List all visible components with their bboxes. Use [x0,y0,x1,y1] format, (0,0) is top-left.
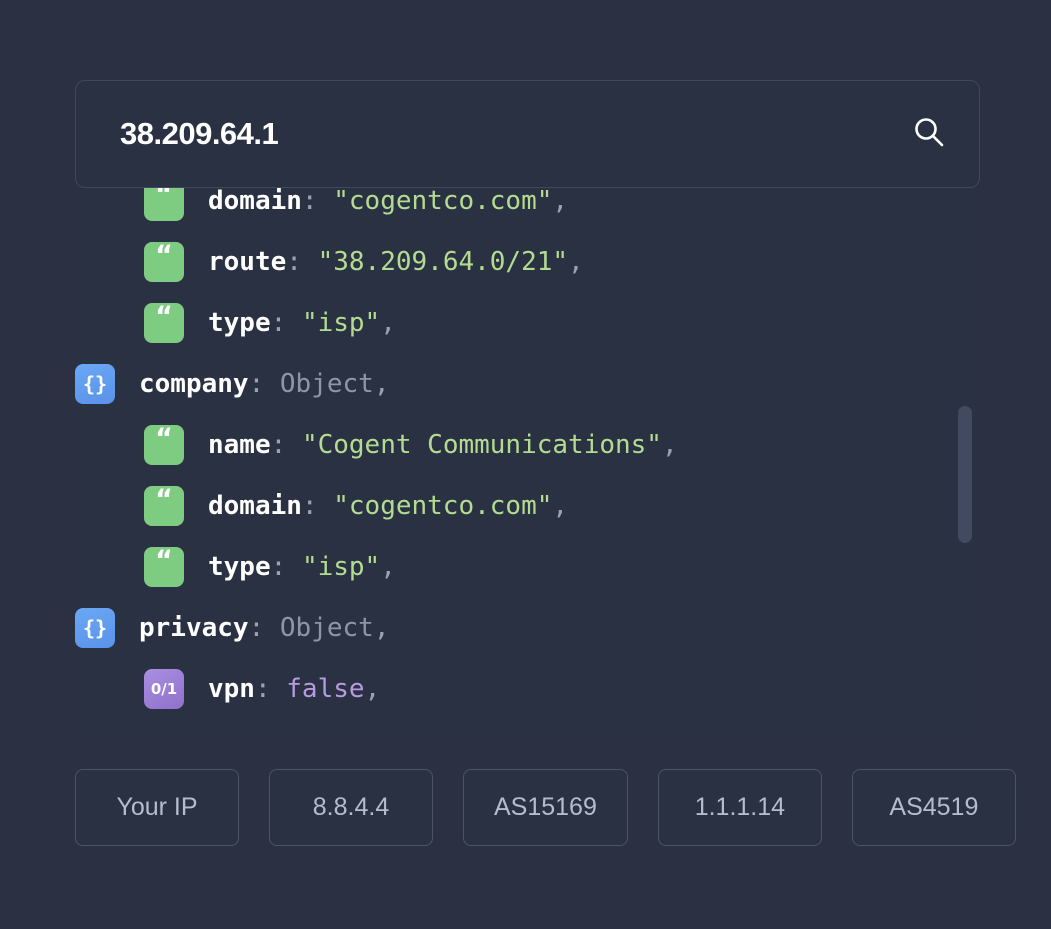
json-comma: , [374,369,390,399]
json-result-panel[interactable]: “ domain: "cogentco.com", “ route: "38.209.… [75,188,980,741]
boolean-badge: 0/1 [144,669,184,709]
string-badge: “ [144,303,184,343]
json-row-text: domain: "cogentco.com", [208,491,568,521]
json-value: "isp" [302,308,380,338]
json-comma: , [380,552,396,582]
json-colon: : [249,369,280,399]
json-value: Object [280,613,374,643]
lookup-chip[interactable]: 1.1.1.14 [658,769,822,846]
json-key: type [208,308,271,338]
search-button[interactable] [907,112,951,156]
lookup-chip[interactable]: AS15169 [463,769,628,846]
json-rows-container: “ domain: "cogentco.com", “ route: "38.209.… [75,188,980,719]
json-row-text: company: Object, [139,369,389,399]
json-colon: : [271,552,302,582]
json-value: "cogentco.com" [333,491,552,521]
json-comma: , [374,613,390,643]
json-value: false [286,674,364,704]
json-colon: : [302,188,333,216]
string-badge: “ [144,486,184,526]
json-comma: , [552,188,568,216]
json-row-text: type: "isp", [208,308,396,338]
json-row[interactable]: 0/1 vpn: false, [75,658,980,719]
json-comma: , [568,247,584,277]
string-badge: “ [144,188,184,221]
ip-search-bar[interactable]: 38.209.64.1 [75,80,980,188]
json-row[interactable]: “ domain: "cogentco.com", [75,475,980,536]
json-colon: : [271,308,302,338]
object-badge: {} [75,364,115,404]
json-value: "isp" [302,552,380,582]
json-row[interactable]: “ name: "Cogent Communications", [75,414,980,475]
json-row[interactable]: “ domain: "cogentco.com", [75,188,980,231]
json-row[interactable]: “ type: "isp", [75,292,980,353]
json-key: privacy [139,613,249,643]
string-badge: “ [144,547,184,587]
json-row-text: domain: "cogentco.com", [208,188,568,216]
json-colon: : [249,613,280,643]
json-key: vpn [208,674,255,704]
string-badge: “ [144,425,184,465]
json-row[interactable]: “ route: "38.209.64.0/21", [75,231,980,292]
json-comma: , [365,674,381,704]
json-row-text: privacy: Object, [139,613,389,643]
json-colon: : [255,674,286,704]
json-key: domain [208,188,302,216]
json-key: domain [208,491,302,521]
json-colon: : [302,491,333,521]
lookup-chip[interactable]: 8.8.4.4 [269,769,433,846]
json-colon: : [286,247,317,277]
json-colon: : [271,430,302,460]
json-comma: , [662,430,678,460]
json-scrollbar-thumb[interactable] [958,406,972,543]
search-icon [912,115,946,154]
json-key: route [208,247,286,277]
json-row[interactable]: “ type: "isp", [75,536,980,597]
lookup-chip[interactable]: AS4519 [852,769,1016,846]
json-row-text: vpn: false, [208,674,380,704]
lookup-chip[interactable]: Your IP [75,769,239,846]
json-row-text: type: "isp", [208,552,396,582]
json-value: "38.209.64.0/21" [318,247,568,277]
json-row[interactable]: {} company: Object, [75,353,980,414]
json-scrollbar[interactable] [958,198,972,731]
json-key: company [139,369,249,399]
json-value: "Cogent Communications" [302,430,662,460]
json-comma: , [380,308,396,338]
json-row-text: name: "Cogent Communications", [208,430,678,460]
search-input[interactable]: 38.209.64.1 [120,116,907,152]
object-badge: {} [75,608,115,648]
json-row-text: route: "38.209.64.0/21", [208,247,584,277]
json-value: "cogentco.com" [333,188,552,216]
json-key: name [208,430,271,460]
json-comma: , [552,491,568,521]
quick-lookup-chips: Your IP 8.8.4.4 AS15169 1.1.1.14 AS4519 [75,769,1051,846]
json-row[interactable]: {} privacy: Object, [75,597,980,658]
json-value: Object [280,369,374,399]
string-badge: “ [144,242,184,282]
json-key: type [208,552,271,582]
